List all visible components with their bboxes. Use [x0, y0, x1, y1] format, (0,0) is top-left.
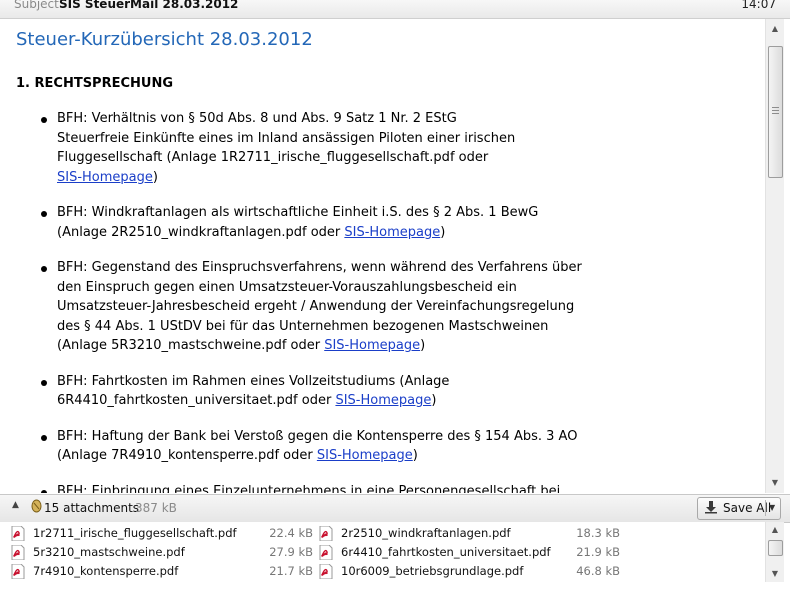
attachment-name: 10r6009_betriebsgrundlage.pdf — [341, 564, 524, 578]
attachment-name: 5r3210_mastschweine.pdf — [33, 545, 185, 559]
bullet-icon — [41, 434, 47, 441]
item-text: ) — [152, 169, 158, 185]
attachment-size: 46.8 kB — [576, 564, 620, 578]
subject-value: SIS SteuerMail 28.03.2012 — [59, 0, 239, 11]
save-all-label: Save All — [723, 501, 772, 515]
sis-homepage-link[interactable]: SIS-Homepage — [324, 338, 420, 353]
collapse-attachments-icon[interactable]: ▲ — [12, 500, 19, 510]
bullet-icon — [41, 117, 47, 123]
attachment-count[interactable]: 15 attachments — [44, 501, 139, 515]
news-list: BFH: Verhältnis von § 50d Abs. 8 und Abs… — [0, 109, 600, 493]
item-text: ) — [440, 224, 446, 240]
item-text: Umsatzsteuer-Jahresbescheid ergeht / Anw… — [57, 299, 575, 314]
attachments-bar: ▲ 15 attachments 387 kB Save All ▼ — [0, 494, 790, 523]
attachment-total-size: 387 kB — [135, 501, 177, 515]
paperclip-icon — [30, 499, 43, 517]
attachment-scrollbar[interactable]: ▲ ▼ — [765, 522, 784, 582]
item-text: BFH: Haftung der Bank bei Verstoß gegen … — [57, 428, 578, 444]
scroll-down-icon[interactable]: ▼ — [766, 567, 784, 581]
attachment-name: 2r2510_windkraftanlagen.pdf — [341, 526, 511, 540]
message-time: 14:07 — [741, 0, 776, 11]
pdf-icon — [11, 545, 25, 560]
attachment-size: 22.4 kB — [269, 526, 313, 540]
item-text: BFH: Fahrtkosten im Rahmen eines Vollzei… — [57, 373, 450, 389]
attachment-size: 21.7 kB — [269, 564, 313, 578]
sis-homepage-link[interactable]: SIS-Homepage — [335, 393, 431, 408]
attachment-item[interactable]: 5r3210_mastschweine.pdf 27.9 kB — [11, 544, 321, 562]
item-text: ) — [420, 338, 426, 353]
subject-label: Subject — [14, 0, 59, 11]
item-text: ) — [431, 393, 437, 408]
list-item: BFH: Haftung der Bank bei Verstoß gegen … — [0, 427, 582, 466]
item-text: BFH: Gegenstand des Einspruchsverfahrens… — [57, 260, 582, 275]
attachment-item[interactable]: 6r4410_fahrtkosten_universitaet.pdf 21.9… — [319, 544, 629, 562]
message-scrollbar[interactable]: ▲ ▼ — [765, 19, 784, 493]
scroll-up-icon[interactable]: ▲ — [766, 523, 784, 537]
bullet-icon — [41, 266, 47, 272]
item-text: (Anlage 2R2510_windkraftanlagen.pdf oder — [57, 224, 345, 240]
attachment-name: 1r2711_irische_fluggesellschaft.pdf — [33, 526, 237, 540]
list-item: BFH: Gegenstand des Einspruchsverfahrens… — [0, 258, 582, 356]
list-item: BFH: Einbringung eines Einzelunternehmen… — [0, 482, 582, 494]
item-text: BFH: Windkraftanlagen als wirtschaftlich… — [57, 205, 539, 220]
sis-homepage-link[interactable]: SIS-Homepage — [57, 170, 153, 185]
item-text: 6R4410_fahrtkosten_universitaet.pdf oder — [57, 393, 336, 408]
attachment-size: 21.9 kB — [576, 545, 620, 559]
item-text: Steuerfreie Einkünfte eines im Inland an… — [57, 130, 516, 146]
item-text: des § 44 Abs. 1 UStDV bei für das Untern… — [57, 318, 549, 334]
attachment-item[interactable]: 7r4910_kontensperre.pdf 21.7 kB — [11, 563, 321, 581]
attachment-list: 1r2711_irische_fluggesellschaft.pdf 22.4… — [0, 522, 765, 592]
attachment-item[interactable]: 10r6009_betriebsgrundlage.pdf 46.8 kB — [319, 563, 629, 581]
attachment-size: 18.3 kB — [576, 526, 620, 540]
attachment-item[interactable]: 2r2510_windkraftanlagen.pdf 18.3 kB — [319, 525, 629, 543]
sis-homepage-link[interactable]: SIS-Homepage — [317, 448, 413, 463]
message-title: Steuer-Kurzübersicht 28.03.2012 — [16, 29, 313, 50]
attachment-item[interactable]: 1r2711_irische_fluggesellschaft.pdf 22.4… — [11, 525, 321, 543]
bullet-icon — [41, 211, 47, 217]
list-item: BFH: Windkraftanlagen als wirtschaftlich… — [0, 203, 582, 242]
pdf-icon — [319, 526, 333, 541]
chevron-down-icon[interactable]: ▼ — [769, 503, 775, 512]
item-text: BFH: Verhältnis von § 50d Abs. 8 und Abs… — [57, 111, 457, 126]
bullet-icon — [41, 489, 47, 493]
item-text: BFH: Einbringung eines Einzelunternehmen… — [57, 483, 561, 494]
item-text: Fluggesellschaft (Anlage 1R2711_irische_… — [57, 150, 489, 165]
item-text: den Einspruch gegen einen Umsatzsteuer-V… — [57, 279, 517, 295]
section-heading: 1. RECHTSPRECHUNG — [16, 76, 173, 91]
scrollbar-thumb[interactable] — [768, 540, 783, 556]
message-body: Steuer-Kurzübersicht 28.03.2012 1. RECHT… — [0, 19, 765, 493]
attachment-name: 6r4410_fahrtkosten_universitaet.pdf — [341, 545, 551, 559]
pdf-icon — [11, 564, 25, 579]
scrollbar-thumb[interactable] — [768, 46, 783, 178]
attachment-name: 7r4910_kontensperre.pdf — [33, 564, 179, 578]
item-text: (Anlage 7R4910_kontensperre.pdf oder — [57, 448, 317, 463]
download-icon — [704, 500, 718, 518]
bullet-icon — [41, 379, 47, 386]
pdf-icon — [319, 545, 333, 560]
list-item: BFH: Fahrtkosten im Rahmen eines Vollzei… — [0, 372, 582, 411]
sis-homepage-link[interactable]: SIS-Homepage — [344, 225, 440, 240]
pdf-icon — [319, 564, 333, 579]
item-text: (Anlage 5R3210_mastschweine.pdf oder — [57, 338, 325, 353]
attachment-size: 27.9 kB — [269, 545, 313, 559]
list-item: BFH: Verhältnis von § 50d Abs. 8 und Abs… — [0, 109, 582, 187]
item-text: ) — [412, 448, 418, 463]
message-header: Subject SIS SteuerMail 28.03.2012 14:07 — [0, 0, 790, 19]
scroll-up-icon[interactable]: ▲ — [766, 21, 784, 37]
scroll-down-icon[interactable]: ▼ — [766, 475, 784, 491]
pdf-icon — [11, 526, 25, 541]
save-all-button[interactable]: Save All ▼ — [697, 497, 781, 520]
